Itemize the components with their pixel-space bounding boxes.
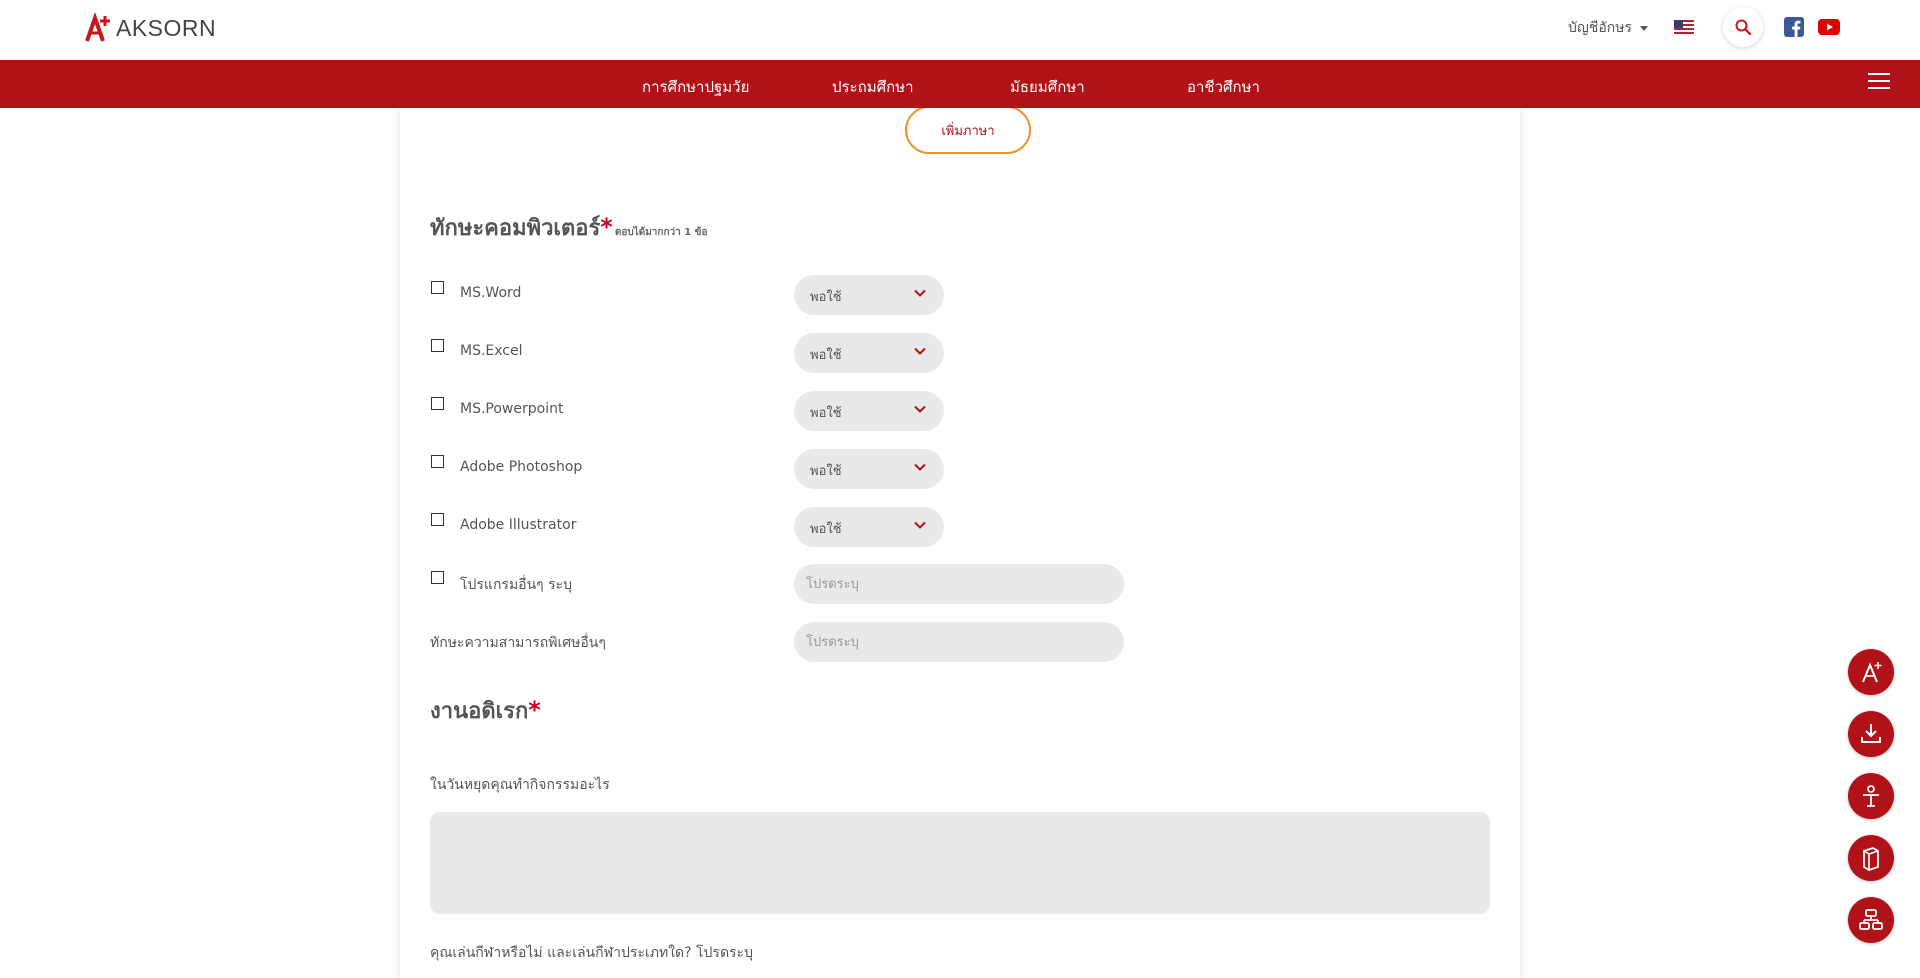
floating-teacher-button[interactable] <box>1848 773 1894 819</box>
main-nav: การศึกษาปฐมวัย ประถมศึกษา มัธยมศึกษา อาช… <box>0 60 1920 108</box>
network-icon <box>1859 909 1883 930</box>
special-skill-input[interactable] <box>794 622 1124 662</box>
chevron-down-icon <box>914 289 926 297</box>
search-button[interactable] <box>1723 7 1763 47</box>
nav-item-early-childhood[interactable]: การศึกษาปฐมวัย <box>642 75 749 99</box>
chevron-down-icon <box>914 347 926 355</box>
facebook-icon[interactable] <box>1784 17 1804 37</box>
skill-label-ms-word: MS.Word <box>460 285 522 301</box>
teacher-icon <box>1863 785 1879 807</box>
download-icon <box>1861 724 1881 743</box>
books-icon <box>1863 847 1879 871</box>
checkbox-adobe-photoshop[interactable] <box>431 455 444 468</box>
checkbox-other-program[interactable] <box>431 571 444 584</box>
computer-skills-title: ทักษะคอมพิวเตอร์* ตอบได้มากกว่า 1 ข้อ <box>430 210 708 245</box>
aksorn-logo-icon <box>1862 662 1882 683</box>
level-select-value: พอใช้ <box>810 464 842 479</box>
checkbox-ms-excel[interactable] <box>431 339 444 352</box>
search-icon <box>1735 19 1751 35</box>
special-skill-label: ทักษะความสามารถพิเศษอื่นๆ <box>430 635 606 651</box>
level-select-value: พอใช้ <box>810 406 842 421</box>
skill-label-adobe-photoshop: Adobe Photoshop <box>460 459 583 475</box>
account-dropdown[interactable]: บัญชีอักษร <box>1568 17 1648 39</box>
level-select-value: พอใช้ <box>810 522 842 537</box>
chevron-down-icon <box>914 405 926 413</box>
floating-download-button[interactable] <box>1848 711 1894 757</box>
nav-item-secondary[interactable]: มัธยมศึกษา <box>1010 75 1085 99</box>
logo-text: AKSORN <box>116 14 217 41</box>
skill-label-ms-excel: MS.Excel <box>460 343 523 359</box>
level-select-value: พอใช้ <box>810 290 842 305</box>
chevron-down-icon <box>914 521 926 529</box>
us-flag-icon[interactable] <box>1674 20 1694 34</box>
top-header: AKSORN บัญชีอักษร <box>0 0 1920 60</box>
other-program-label: โปรแกรมอื่นๆ ระบุ <box>460 577 573 593</box>
add-language-button[interactable]: เพิ่มภาษา <box>905 106 1031 154</box>
nav-item-vocational[interactable]: อาชีวศึกษา <box>1187 75 1260 99</box>
skill-label-ms-powerpoint: MS.Powerpoint <box>460 401 564 417</box>
caret-down-icon <box>1639 25 1648 31</box>
holiday-activity-label: ในวันหยุดคุณทำกิจกรรมอะไร <box>430 777 610 793</box>
application-form-card: เพิ่มภาษา ทักษะคอมพิวเตอร์* ตอบได้มากกว่า… <box>400 106 1520 978</box>
hobbies-title: งานอดิเรก* <box>430 693 541 728</box>
aksorn-logo-icon <box>85 13 110 42</box>
level-select-ms-powerpoint[interactable]: พอใช้ <box>794 391 944 431</box>
other-program-input[interactable] <box>794 564 1124 604</box>
level-select-value: พอใช้ <box>810 348 842 363</box>
required-mark: * <box>600 213 613 241</box>
aksorn-logo[interactable]: AKSORN <box>84 8 216 48</box>
hamburger-menu-icon[interactable] <box>1868 73 1890 93</box>
level-select-adobe-photoshop[interactable]: พอใช้ <box>794 449 944 489</box>
nav-item-primary[interactable]: ประถมศึกษา <box>832 75 914 99</box>
floating-aksorn-button[interactable] <box>1848 649 1894 695</box>
level-select-adobe-illustrator[interactable]: พอใช้ <box>794 507 944 547</box>
computer-skills-title-text: ทักษะคอมพิวเตอร์ <box>430 216 601 241</box>
hobbies-title-text: งานอดิเรก <box>430 699 529 724</box>
level-select-ms-word[interactable]: พอใช้ <box>794 275 944 315</box>
floating-network-button[interactable] <box>1848 897 1894 943</box>
chevron-down-icon <box>914 463 926 471</box>
checkbox-ms-powerpoint[interactable] <box>431 397 444 410</box>
holiday-activity-textarea[interactable] <box>430 812 1490 914</box>
account-label: บัญชีอักษร <box>1568 20 1632 36</box>
skill-label-adobe-illustrator: Adobe Illustrator <box>460 517 577 533</box>
level-select-ms-excel[interactable]: พอใช้ <box>794 333 944 373</box>
floating-books-button[interactable] <box>1848 835 1894 881</box>
youtube-icon[interactable] <box>1818 19 1840 35</box>
required-mark: * <box>528 696 541 724</box>
sports-question-label: คุณเล่นกีฬาหรือไม่ และเล่นกีฬาประเภทใด? … <box>430 945 753 961</box>
computer-skills-hint: ตอบได้มากกว่า 1 ข้อ <box>614 227 708 238</box>
checkbox-ms-word[interactable] <box>431 281 444 294</box>
checkbox-adobe-illustrator[interactable] <box>431 513 444 526</box>
